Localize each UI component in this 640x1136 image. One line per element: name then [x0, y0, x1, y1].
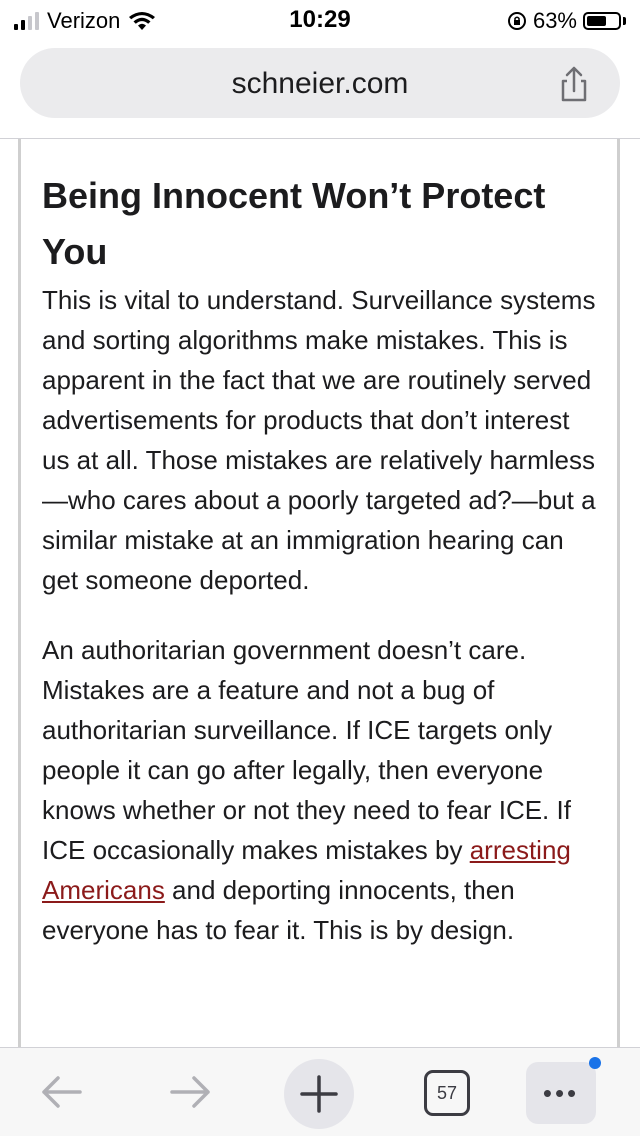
url-text[interactable]: schneier.com [20, 67, 620, 101]
article-paragraph: This is vital to understand. Surveillanc… [42, 285, 596, 595]
tab-switcher-button[interactable]: 57 [424, 1070, 470, 1116]
battery-percent: 63% [532, 8, 577, 33]
more-dots-icon: ••• [542, 1078, 580, 1108]
back-arrow-icon[interactable] [32, 1064, 92, 1120]
article-heading: Being Innocent Won’t Protect You [42, 175, 546, 272]
battery-tip [623, 17, 626, 25]
new-tab-button[interactable] [284, 1059, 354, 1129]
battery-level-fill [587, 16, 606, 26]
orientation-lock-icon [507, 12, 526, 30]
address-bar[interactable]: schneier.com [20, 48, 620, 118]
plus-icon [300, 1075, 338, 1113]
article-body: Being Innocent Won’t Protect You This is… [42, 168, 602, 950]
share-icon[interactable] [554, 64, 594, 104]
status-bar: Verizon 10:29 63% [0, 0, 640, 40]
status-right: 63% [507, 8, 626, 34]
more-menu-button[interactable]: ••• [526, 1057, 601, 1124]
paragraph-text: An authoritarian government doesn’t care… [42, 635, 571, 865]
notification-dot [589, 1057, 601, 1069]
battery-icon [583, 12, 621, 30]
forward-arrow-icon[interactable] [160, 1064, 220, 1120]
bottom-toolbar: 57 ••• [0, 1047, 640, 1136]
tab-count: 57 [436, 1083, 458, 1103]
article-paragraph: An authoritarian government doesn’t care… [42, 630, 602, 950]
